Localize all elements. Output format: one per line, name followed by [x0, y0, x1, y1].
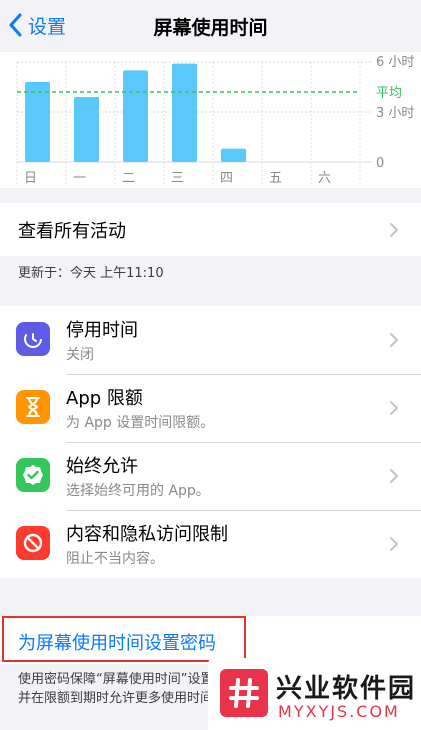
highlight-box	[2, 616, 246, 662]
x-tick-label: 一	[73, 171, 86, 186]
chart-bar	[221, 148, 246, 162]
item-subtitle: 关闭	[66, 347, 94, 363]
checkmark-icon	[16, 458, 50, 492]
y-tick-label: 6 小时	[376, 55, 414, 70]
chart-bar	[172, 63, 197, 162]
item-title: 始终允许	[66, 456, 138, 477]
chevron-right-icon	[390, 537, 398, 551]
list-item-content-privacy[interactable]: 内容和隐私访问限制 阻止不当内容。	[0, 510, 421, 578]
item-subtitle: 选择始终可用的 App。	[66, 483, 210, 499]
watermark: 兴业软件园 MYXYJS.COM	[208, 658, 421, 730]
item-subtitle: 阻止不当内容。	[66, 551, 164, 567]
updated-time-text: 更新于：今天 上午11:10	[18, 266, 164, 281]
list-item-app-limits[interactable]: App 限额 为 App 设置时间限额。	[0, 374, 421, 442]
x-tick-label: 三	[171, 171, 184, 186]
chart-bar	[25, 82, 50, 162]
item-subtitle: 为 App 设置时间限额。	[66, 415, 215, 431]
y-tick-label: 3 小时	[376, 106, 414, 121]
chevron-right-icon	[390, 401, 398, 415]
see-all-activity-row[interactable]: 查看所有活动	[0, 203, 421, 256]
chevron-right-icon	[390, 333, 398, 347]
navigation-bar: 设置 屏幕使用时间	[0, 0, 421, 52]
x-tick-label: 二	[122, 171, 135, 186]
watermark-logo-icon	[220, 669, 268, 717]
chevron-right-icon	[390, 222, 398, 237]
item-title: App 限额	[66, 388, 143, 409]
restriction-icon	[16, 526, 50, 560]
x-tick-label: 六	[318, 171, 331, 186]
chevron-right-icon	[390, 469, 398, 483]
usage-chart-svg: 平均 6 小时 3 小时 0 日 一 二 三 四 五 六	[16, 55, 414, 186]
page-title: 屏幕使用时间	[153, 17, 268, 39]
watermark-url: MYXYJS.COM	[278, 702, 400, 721]
watermark-name: 兴业软件园	[276, 674, 417, 704]
x-tick-label: 日	[24, 171, 37, 186]
usage-chart[interactable]: 平均 6 小时 3 小时 0 日 一 二 三 四 五 六	[0, 52, 421, 188]
chart-bar	[123, 70, 148, 162]
hourglass-icon	[16, 390, 50, 424]
downtime-icon	[16, 322, 50, 356]
item-title: 停用时间	[66, 320, 138, 341]
list-item-downtime[interactable]: 停用时间 关闭	[0, 306, 421, 374]
settings-list: 停用时间 关闭 App 限额 为 App 设置时间限额。 始终允许 选择始终可用…	[0, 306, 421, 578]
average-label: 平均	[376, 86, 402, 101]
item-title: 内容和隐私访问限制	[66, 524, 228, 545]
y-tick-label: 0	[376, 156, 384, 171]
x-tick-label: 五	[269, 171, 282, 186]
list-item-always-allowed[interactable]: 始终允许 选择始终可用的 App。	[0, 442, 421, 510]
chart-bar	[74, 97, 99, 162]
see-all-activity-label: 查看所有活动	[18, 220, 126, 242]
x-tick-label: 四	[220, 171, 233, 186]
